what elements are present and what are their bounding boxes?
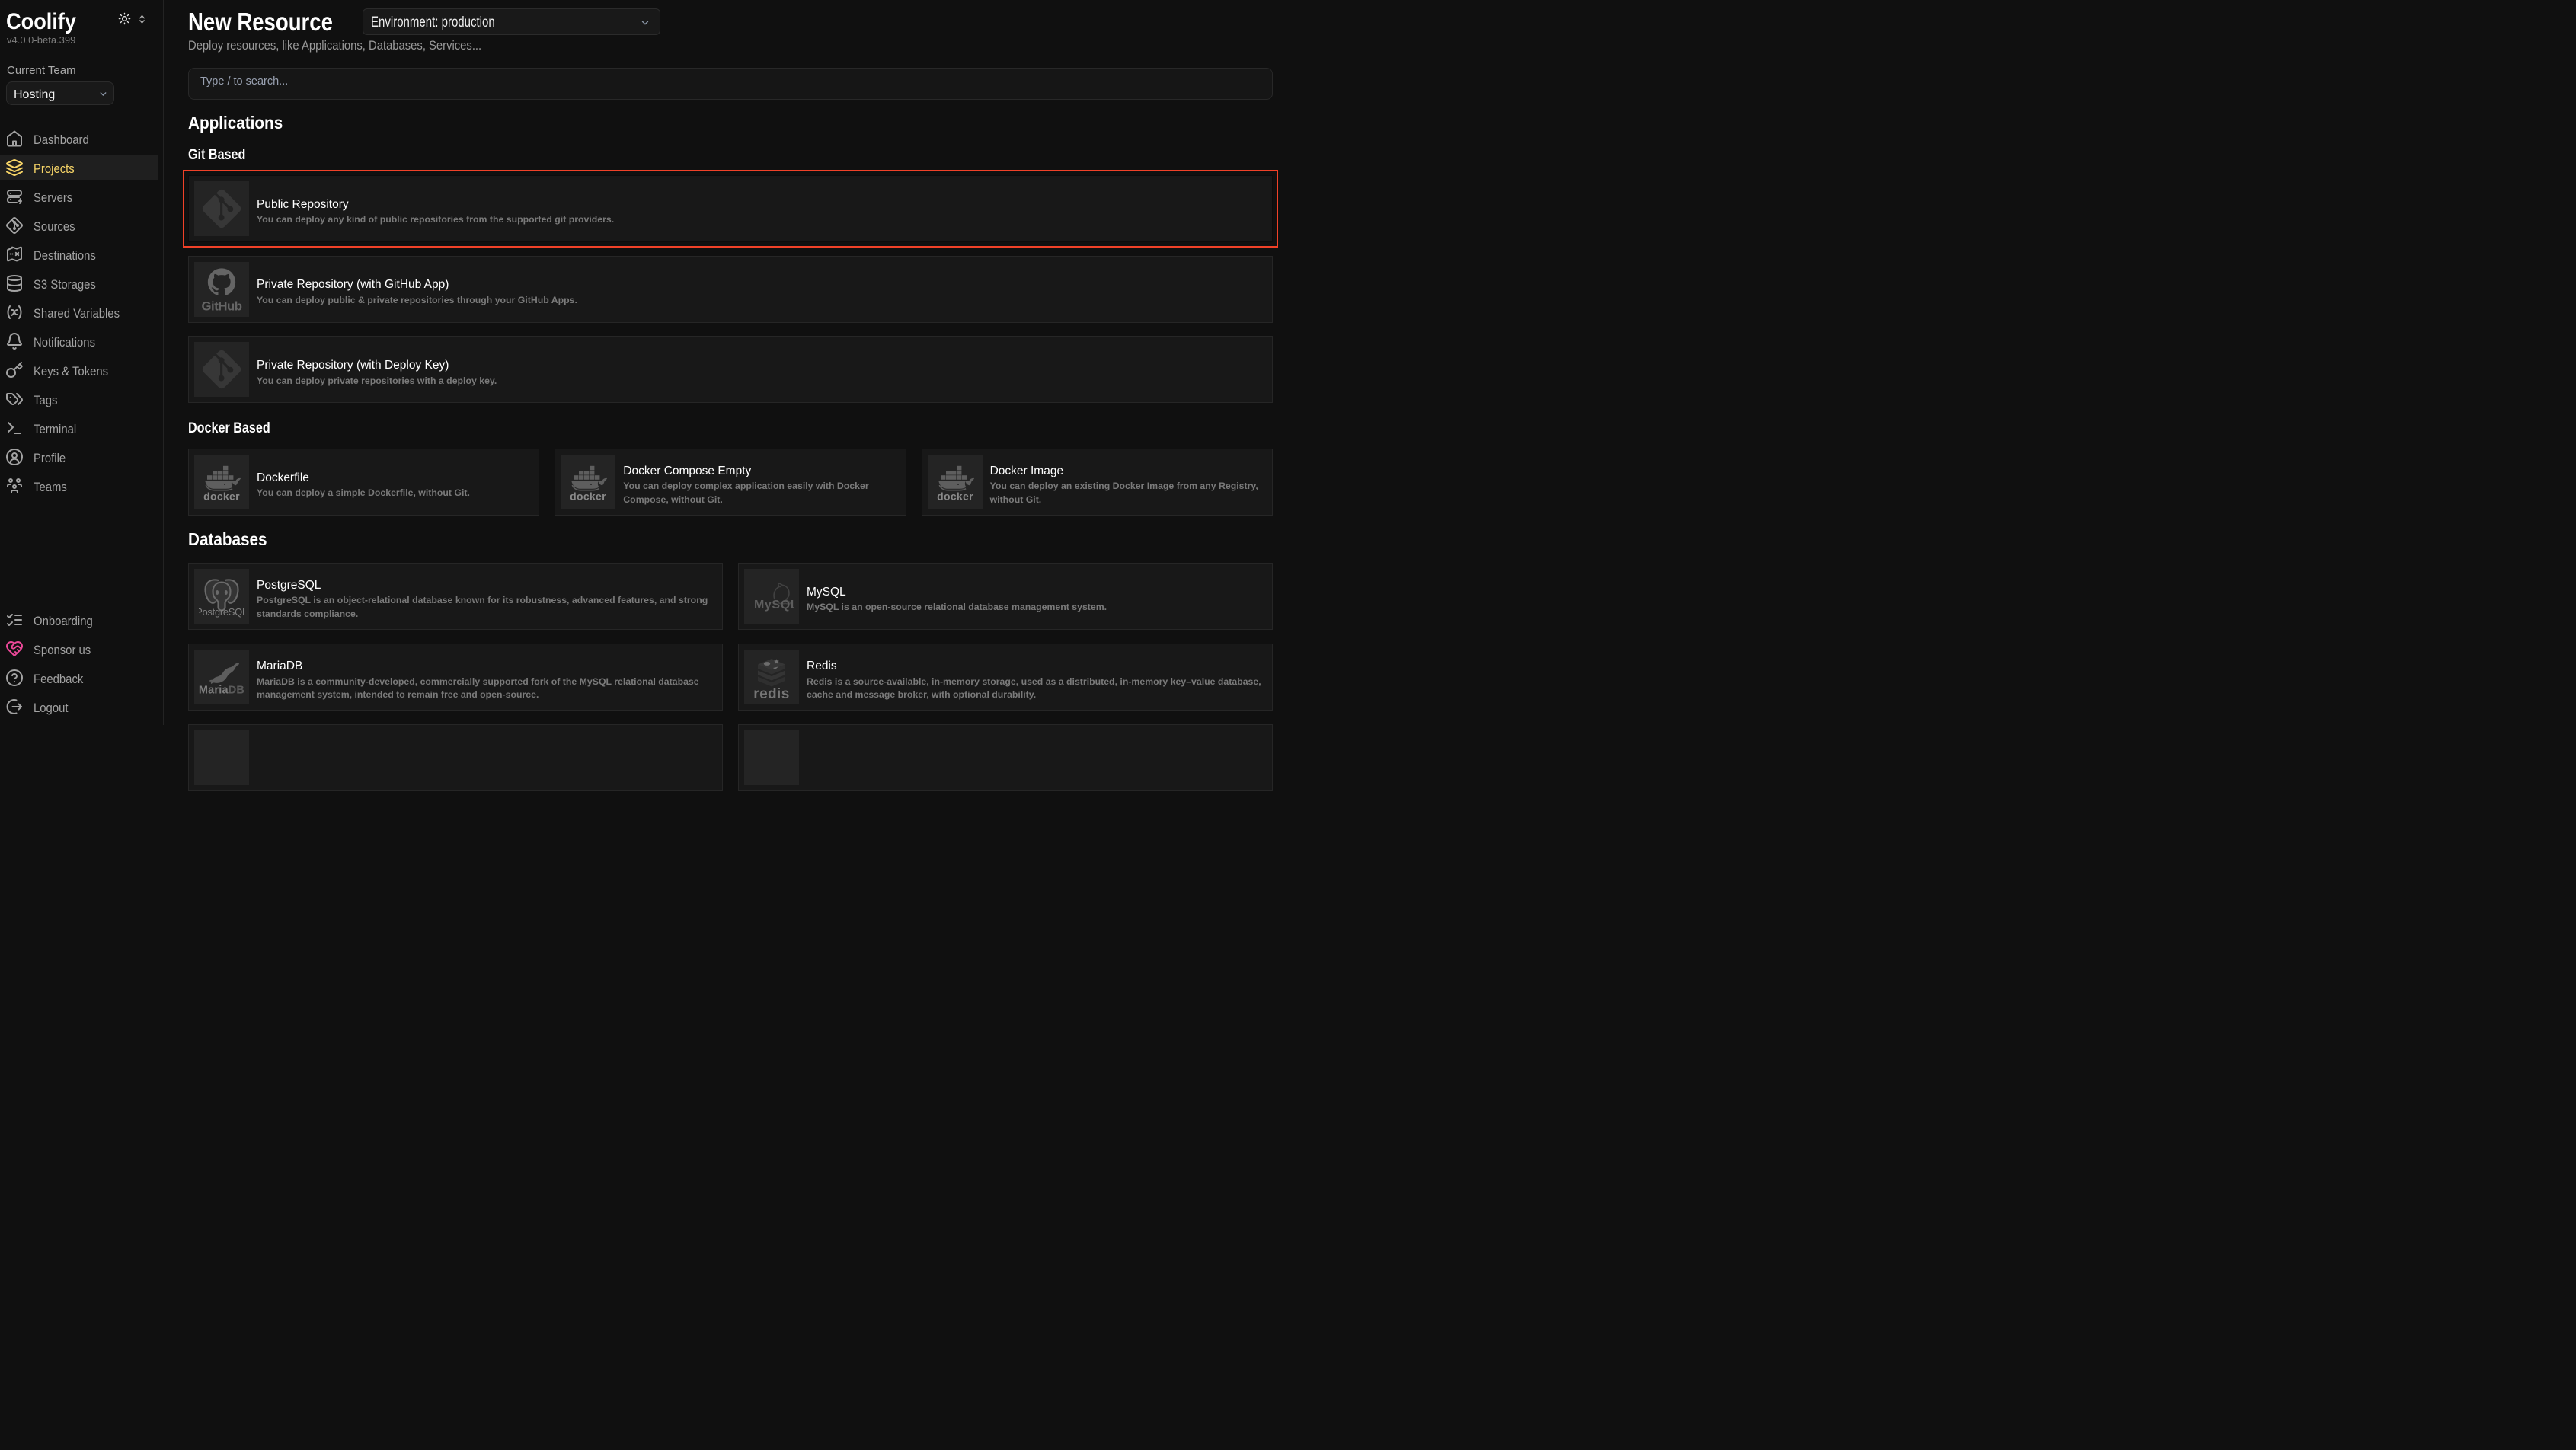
svg-text:MySQL: MySQL xyxy=(754,599,794,612)
svg-text:docker: docker xyxy=(203,490,240,503)
svg-text:redis: redis xyxy=(753,686,789,701)
svg-text:docker: docker xyxy=(570,490,606,503)
svg-text:MariaDB: MariaDB xyxy=(199,685,244,697)
svg-text:GitHub: GitHub xyxy=(201,299,241,311)
svg-text:docker: docker xyxy=(937,490,973,503)
svg-text:PostgreSQL: PostgreSQL xyxy=(199,606,244,618)
